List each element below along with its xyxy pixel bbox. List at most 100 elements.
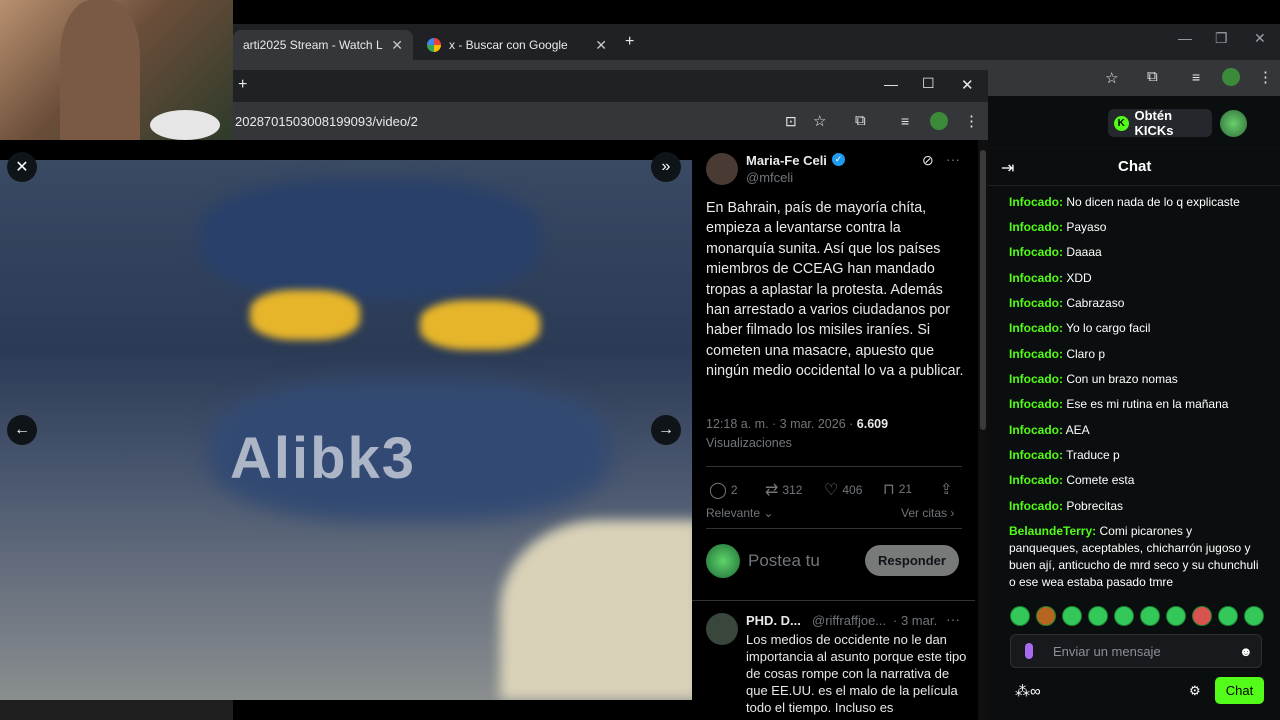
emoji-icon[interactable]: ☻ xyxy=(1239,644,1253,659)
chat-username[interactable]: Infocado: xyxy=(1009,448,1063,462)
view-quotes-link[interactable]: Ver citas › xyxy=(901,506,954,520)
compose-reply-input[interactable]: Postea tu xyxy=(748,551,820,571)
share-button[interactable]: ⇪ xyxy=(940,480,953,498)
star-icon[interactable]: ☆ xyxy=(813,112,826,130)
close-media-button[interactable]: ✕ xyxy=(7,152,37,182)
tab-stream[interactable]: arti2025 Stream - Watch Live o ✕ xyxy=(233,30,413,60)
more-options-icon[interactable]: ··· xyxy=(946,151,960,167)
emote-icon[interactable] xyxy=(1244,606,1264,626)
emote-icon[interactable] xyxy=(1036,606,1056,626)
chat-message-input[interactable]: Enviar un mensaje ☻ xyxy=(1010,634,1262,668)
next-media-button[interactable]: → xyxy=(651,415,681,445)
chat-username[interactable]: Infocado: xyxy=(1009,372,1063,386)
reply-author-handle[interactable]: @riffraffjoe... xyxy=(812,613,890,628)
menu-icon[interactable]: ⋮ xyxy=(964,112,979,130)
minimize-icon[interactable]: — xyxy=(884,76,898,92)
reply-date: · 3 mar. xyxy=(893,613,938,628)
chat-message: Infocado: XDD xyxy=(1009,270,1261,287)
settings-icon[interactable]: ⚙ xyxy=(1189,683,1201,699)
more-options-icon[interactable]: ··· xyxy=(946,611,960,627)
heart-icon: ♡ xyxy=(824,482,839,499)
send-chat-button[interactable]: Chat xyxy=(1215,677,1264,704)
close-icon[interactable]: ✕ xyxy=(595,37,607,54)
emote-icon[interactable] xyxy=(1088,606,1108,626)
chat-username[interactable]: Infocado: xyxy=(1009,347,1063,361)
previous-media-button[interactable]: ← xyxy=(7,415,37,445)
extensions-icon[interactable]: ⧉ xyxy=(1147,68,1158,85)
watermark-text: Alibk3 xyxy=(230,426,417,491)
address-bar[interactable]: 2028701503008199093/video/2 xyxy=(233,102,988,140)
media-control-icon[interactable]: ≡ xyxy=(1192,69,1200,85)
author-avatar[interactable] xyxy=(706,153,738,185)
chat-username[interactable]: Infocado: xyxy=(1009,499,1063,513)
chat-input-placeholder: Enviar un mensaje xyxy=(1053,643,1161,659)
minimize-icon[interactable]: — xyxy=(1178,30,1192,46)
repost-button[interactable]: ⇄ 312 xyxy=(765,480,802,500)
profile-avatar[interactable] xyxy=(930,112,948,130)
profile-avatar[interactable] xyxy=(1222,68,1240,86)
author-handle[interactable]: @mfceli xyxy=(746,170,793,185)
close-window-icon[interactable]: ✕ xyxy=(961,76,974,94)
reply-count-button[interactable]: ◯ 2 xyxy=(709,480,738,500)
star-icon[interactable]: ☆ xyxy=(1105,69,1118,87)
tab-google-search[interactable]: x - Buscar con Google ✕ xyxy=(417,30,617,60)
infinity-icon[interactable]: ⁂∞ xyxy=(1015,682,1041,700)
microphone-icon[interactable] xyxy=(1025,643,1033,659)
chat-message-text: Claro p xyxy=(1066,347,1106,361)
install-app-icon[interactable]: ⊡ xyxy=(785,113,797,130)
video-frame[interactable]: Alibk3 xyxy=(0,160,692,700)
tab-label: arti2025 Stream - Watch Live o xyxy=(243,38,383,52)
emote-icon[interactable] xyxy=(1218,606,1238,626)
maximize-icon[interactable]: ☐ xyxy=(922,75,935,92)
emote-icon[interactable] xyxy=(1192,606,1212,626)
user-avatar[interactable] xyxy=(1220,110,1247,137)
restore-icon[interactable]: ❐ xyxy=(1215,30,1228,47)
emote-icon[interactable] xyxy=(1140,606,1160,626)
chat-username[interactable]: Infocado: xyxy=(1009,271,1063,285)
tab-label: x - Buscar con Google xyxy=(449,38,568,52)
close-icon[interactable]: ✕ xyxy=(391,37,403,54)
emote-icon[interactable] xyxy=(1010,606,1030,626)
like-button[interactable]: ♡ 406 xyxy=(824,480,862,500)
extensions-icon[interactable]: ⧉ xyxy=(855,112,866,129)
close-window-icon[interactable]: ✕ xyxy=(1254,30,1266,47)
chat-message: Infocado: Pobrecitas xyxy=(1009,498,1261,515)
menu-icon[interactable]: ⋮ xyxy=(1258,68,1273,86)
x-tab-row xyxy=(233,70,988,102)
reply-avatar[interactable] xyxy=(706,613,738,645)
author-name[interactable]: Maria-Fe Celi xyxy=(746,153,827,168)
reply-author-name[interactable]: PHD. D... xyxy=(746,613,801,628)
expand-panel-button[interactable]: » xyxy=(651,152,681,182)
chat-username[interactable]: Infocado: xyxy=(1009,220,1063,234)
reply-button[interactable]: Responder xyxy=(865,545,959,576)
get-kicks-label: Obtén KICKs xyxy=(1134,108,1174,138)
chat-username[interactable]: Infocado: xyxy=(1009,473,1063,487)
chat-message-text: Ese es mi rutina en la mañana xyxy=(1066,397,1229,411)
chat-message: Infocado: Claro p xyxy=(1009,346,1261,363)
media-control-icon[interactable]: ≡ xyxy=(901,113,909,129)
emote-icon[interactable] xyxy=(1062,606,1082,626)
verified-badge-icon: ✓ xyxy=(832,153,845,166)
chat-username[interactable]: BelaundeTerry: xyxy=(1009,524,1096,538)
chat-username[interactable]: Infocado: xyxy=(1009,195,1063,209)
chat-username[interactable]: Infocado: xyxy=(1009,321,1063,335)
grok-icon[interactable]: ⊘ xyxy=(922,152,934,169)
chat-message-text: Con un brazo nomas xyxy=(1066,372,1178,386)
chat-username[interactable]: Infocado: xyxy=(1009,423,1063,437)
sort-dropdown[interactable]: Relevante ⌄ xyxy=(706,506,773,520)
chat-message-text: XDD xyxy=(1066,271,1092,285)
scrollbar-thumb[interactable] xyxy=(980,150,986,430)
get-kicks-button[interactable]: K Obtén KICKs xyxy=(1108,108,1212,138)
emote-icon[interactable] xyxy=(1166,606,1186,626)
chat-username[interactable]: Infocado: xyxy=(1009,296,1063,310)
new-tab-button[interactable]: + xyxy=(625,33,634,51)
collapse-chat-icon[interactable]: ⇥ xyxy=(1001,158,1014,178)
emote-icon[interactable] xyxy=(1114,606,1134,626)
bookmark-button[interactable]: ⊓ 21 xyxy=(883,480,912,498)
new-tab-button[interactable]: + xyxy=(238,76,247,94)
chat-username[interactable]: Infocado: xyxy=(1009,245,1063,259)
views-count: 6.609 xyxy=(856,417,889,431)
tweet-timestamp[interactable]: 12:18 a. m. · 3 mar. 2026 · xyxy=(706,417,857,431)
chat-username[interactable]: Infocado: xyxy=(1009,397,1063,411)
divider xyxy=(692,600,975,601)
